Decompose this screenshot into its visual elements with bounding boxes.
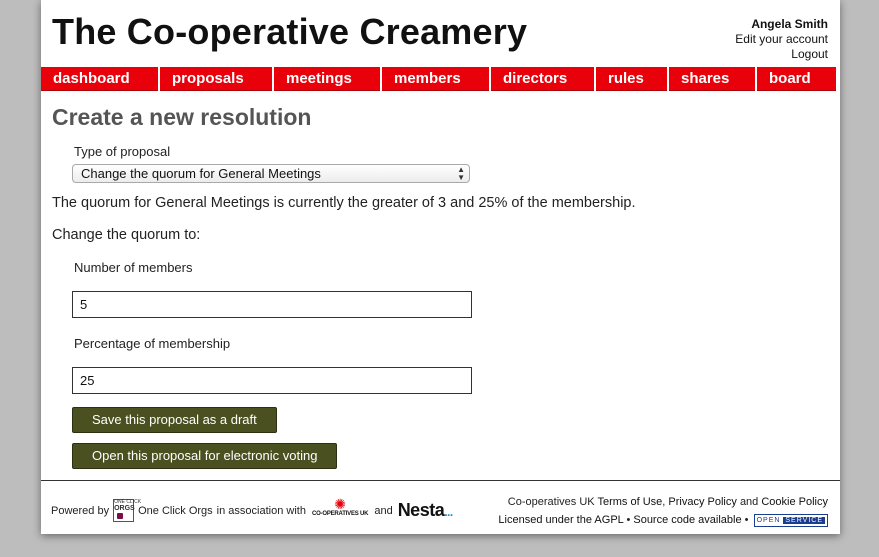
privacy-policy-link[interactable]: Privacy Policy xyxy=(668,496,736,508)
footer-legal-line-2: Licensed under the AGPL • Source code av… xyxy=(498,511,828,529)
agpl-license-link[interactable]: Licensed under the AGPL xyxy=(498,514,623,526)
nav-meetings[interactable]: meetings xyxy=(274,67,380,91)
select-arrows-icon: ▲ ▼ xyxy=(457,165,465,182)
nesta-wordmark: Nesta xyxy=(397,500,445,520)
cookie-policy-link[interactable]: Cookie Policy xyxy=(761,496,828,508)
footer-legal: Co-operatives UK Terms of Use, Privacy P… xyxy=(498,493,828,529)
number-of-members-input[interactable] xyxy=(72,291,472,318)
coop-uk-text: Co-operatives UK xyxy=(507,496,595,508)
open-service-service-text: SERVICE xyxy=(783,516,825,524)
nav-directors[interactable]: directors xyxy=(491,67,594,91)
bullet-2: • xyxy=(744,514,749,526)
coop-star-icon: ✺ xyxy=(334,495,346,512)
logout-link[interactable]: Logout xyxy=(735,47,828,62)
nav-dashboard[interactable]: dashboard xyxy=(41,67,158,91)
user-name: Angela Smith xyxy=(751,17,828,31)
comma-text: , xyxy=(662,496,666,508)
cooperatives-uk-logo[interactable]: ✺ CO-OPERATIVES UK xyxy=(311,495,369,517)
nav-shares[interactable]: shares xyxy=(669,67,755,91)
proposal-type-select[interactable]: Change the quorum for General Meetings ▲… xyxy=(72,164,470,183)
save-draft-button[interactable]: Save this proposal as a draft xyxy=(72,407,277,433)
main-nav: dashboard proposals meetings members dir… xyxy=(41,67,840,91)
site-title: The Co-operative Creamery xyxy=(52,11,528,52)
open-service-badge[interactable]: OPEN SERVICE xyxy=(753,513,828,527)
nesta-dots: ... xyxy=(444,505,453,519)
nav-board[interactable]: board xyxy=(757,67,836,91)
nav-proposals[interactable]: proposals xyxy=(160,67,272,91)
bullet-1: • xyxy=(626,514,631,526)
current-quorum-text: The quorum for General Meetings is curre… xyxy=(52,195,636,211)
nav-rules[interactable]: rules xyxy=(596,67,667,91)
page-title: Create a new resolution xyxy=(52,104,312,130)
powered-by-text: Powered by xyxy=(51,504,110,517)
page-container: The Co-operative Creamery Angela Smith E… xyxy=(41,0,840,534)
coop-logo-text: CO-OPERATIVES UK xyxy=(311,510,369,517)
type-of-proposal-label: Type of proposal xyxy=(74,144,171,159)
open-voting-button[interactable]: Open this proposal for electronic voting xyxy=(72,443,338,469)
percentage-of-membership-label: Percentage of membership xyxy=(74,336,231,351)
terms-of-use-link[interactable]: Terms of Use xyxy=(597,496,662,508)
and-text: and xyxy=(374,504,393,517)
nesta-logo[interactable]: Nesta... xyxy=(397,500,454,521)
account-panel: Angela Smith Edit your account Logout xyxy=(735,17,828,62)
edit-account-link[interactable]: Edit your account xyxy=(735,32,828,47)
and-text-2: and xyxy=(739,496,759,508)
source-code-link[interactable]: Source code available xyxy=(633,514,741,526)
oco-logo-cursor-icon xyxy=(117,513,124,519)
footer-credits: Powered by ONE CLICK ORGS One Click Orgs… xyxy=(51,495,454,522)
association-text: in association with xyxy=(216,504,306,517)
footer-legal-line-1: Co-operatives UK Terms of Use, Privacy P… xyxy=(498,493,828,511)
one-click-orgs-logo[interactable]: ONE CLICK ORGS xyxy=(113,499,141,522)
percentage-of-membership-input[interactable] xyxy=(72,367,472,394)
footer-divider xyxy=(41,480,840,481)
open-service-open-text: OPEN xyxy=(756,516,781,524)
number-of-members-label: Number of members xyxy=(74,260,193,275)
change-quorum-text: Change the quorum to: xyxy=(52,227,201,243)
nav-members[interactable]: members xyxy=(382,67,489,91)
proposal-type-selected: Change the quorum for General Meetings xyxy=(81,166,321,181)
one-click-orgs-link[interactable]: One Click Orgs xyxy=(138,505,213,517)
oco-logo-mid-text: ORGS xyxy=(114,505,135,512)
